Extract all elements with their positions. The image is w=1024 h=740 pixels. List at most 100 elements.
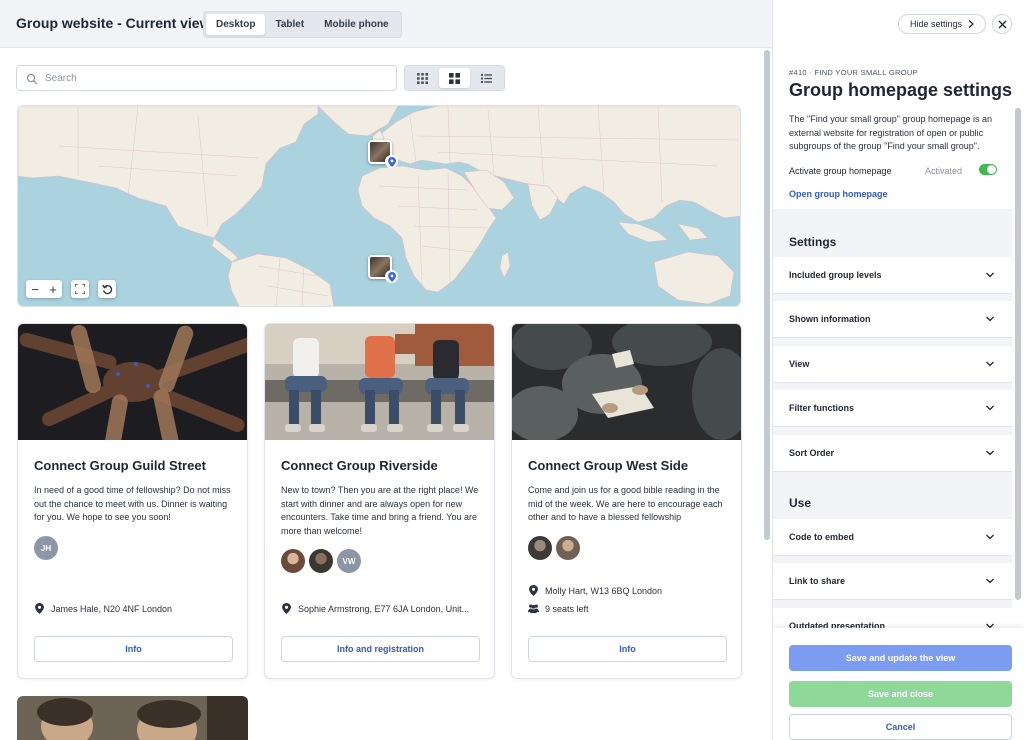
card-leaders: JH	[34, 536, 58, 560]
list-view-button[interactable]	[470, 68, 502, 88]
group-photo	[265, 324, 494, 440]
search-icon	[26, 73, 38, 85]
avatar	[281, 549, 305, 573]
grid-large-icon	[449, 72, 460, 84]
accordion-label: Included group levels	[789, 270, 882, 280]
group-card: Connect Group Guild Street In need of a …	[17, 323, 248, 679]
settings-description: The "Find your small group" group homepa…	[789, 114, 993, 151]
view-mode-toggle	[404, 65, 505, 91]
chevron-down-icon	[986, 361, 994, 367]
card-description: New to town? Then you are at the right p…	[281, 485, 479, 536]
avatar	[309, 549, 333, 573]
location-pin-icon	[529, 585, 538, 596]
card-title: Connect Group Riverside	[281, 458, 438, 473]
info-button[interactable]: Info	[34, 636, 233, 662]
map-fullscreen-control	[71, 280, 89, 298]
settings-footer: Save and update the view Save and close …	[773, 628, 1024, 740]
use-heading: Use	[789, 496, 812, 510]
zoom-in-icon[interactable]: +	[44, 280, 62, 298]
activate-toggle[interactable]	[979, 164, 997, 175]
grid-small-icon	[417, 72, 429, 84]
accordion-label: Code to embed	[789, 532, 855, 542]
device-tabs: Desktop Tablet Mobile phone	[203, 11, 402, 38]
card-description: In need of a good time of fellowship? Do…	[34, 485, 231, 522]
hide-settings-label: Hide settings	[909, 19, 963, 29]
card-title: Connect Group West Side	[528, 458, 689, 473]
map-zoom-controls: − +	[26, 280, 62, 298]
card-location: Sophie Armstrong, E77 6JA London, Unit..…	[281, 603, 469, 614]
chevron-down-icon	[986, 450, 994, 456]
activate-label: Activate group homepage	[789, 166, 892, 176]
fullscreen-icon[interactable]	[71, 280, 89, 298]
zoom-out-icon[interactable]: −	[26, 280, 44, 298]
reset-icon[interactable]	[98, 280, 116, 298]
avatar: JH	[34, 536, 58, 560]
settings-panel: Hide settings #410 · FIND YOUR SMALL GRO…	[772, 0, 1024, 740]
preview-header: Group website - Current view Desktop Tab…	[0, 0, 772, 48]
accordion-code-to-embed[interactable]: Code to embed	[773, 519, 1012, 556]
map-marker-africa[interactable]	[368, 255, 398, 283]
accordion-label: Link to share	[789, 576, 846, 586]
avatar: VW	[337, 549, 361, 573]
card-leaders	[528, 536, 580, 560]
info-button[interactable]: Info	[528, 636, 727, 662]
map-marker-europe[interactable]	[368, 140, 398, 168]
accordion-filter-functions[interactable]: Filter functions	[773, 390, 1012, 427]
accordion-shown-information[interactable]: Shown information	[773, 301, 1012, 338]
location-text: Sophie Armstrong, E77 6JA London, Unit..…	[298, 603, 470, 614]
card-location: James Hale, N20 4NF London	[34, 603, 172, 614]
location-text: James Hale, N20 4NF London	[51, 603, 173, 614]
page-title: Group website - Current view	[16, 15, 211, 31]
accordion-included-group-levels[interactable]: Included group levels	[773, 257, 1012, 294]
activate-row: Activate group homepage Activated	[789, 164, 997, 176]
group-photo	[512, 324, 741, 440]
tab-desktop[interactable]: Desktop	[206, 14, 266, 35]
card-description: Come and join us for a good bible readin…	[528, 485, 723, 522]
card-title: Connect Group Guild Street	[34, 458, 206, 473]
settings-scrollbar[interactable]	[1014, 108, 1022, 628]
accordion-label: View	[789, 359, 810, 369]
settings-heading: Settings	[789, 235, 837, 249]
save-and-close-button[interactable]: Save and close	[789, 681, 1012, 707]
open-group-homepage-link[interactable]: Open group homepage	[789, 189, 888, 199]
info-and-registration-button[interactable]: Info and registration	[281, 636, 480, 662]
grid-small-view-button[interactable]	[407, 68, 439, 88]
location-pin-icon	[387, 271, 396, 282]
website-preview: Group website - Current view Desktop Tab…	[0, 0, 772, 740]
hide-settings-button[interactable]: Hide settings	[898, 14, 986, 34]
map-reset-control	[98, 280, 116, 298]
search-input[interactable]	[45, 69, 385, 87]
accordion-link-to-share[interactable]: Link to share	[773, 563, 1012, 600]
location-pin-icon	[282, 603, 291, 614]
settings-title: Group homepage settings	[789, 80, 1013, 100]
group-card: Connect Group Riverside New to town? The…	[264, 323, 495, 679]
close-button[interactable]	[992, 14, 1012, 34]
card-leaders: VW	[281, 549, 361, 573]
location-text: Molly Hart, W13 6BQ London	[545, 585, 663, 596]
group-photo	[18, 324, 247, 440]
tab-tablet[interactable]: Tablet	[265, 14, 314, 35]
chevron-down-icon	[986, 534, 994, 540]
seats-text: 9 seats left	[545, 603, 589, 614]
accordion-label: Filter functions	[789, 403, 854, 413]
card-location: Molly Hart, W13 6BQ London	[528, 585, 662, 596]
search-box	[16, 65, 397, 91]
avatar	[528, 536, 552, 560]
groups-map[interactable]: − +	[17, 105, 741, 307]
grid-large-view-button[interactable]	[438, 68, 471, 88]
accordion-sort-order[interactable]: Sort Order	[773, 435, 1012, 472]
save-and-update-button[interactable]: Save and update the view	[789, 645, 1012, 671]
activate-status: Activated	[925, 166, 963, 176]
chevron-down-icon	[986, 578, 994, 584]
accordion-label: Sort Order	[789, 448, 835, 458]
people-icon	[528, 604, 539, 614]
group-card: Connect Group West Side Come and join us…	[511, 323, 742, 679]
avatar	[556, 536, 580, 560]
location-pin-icon	[35, 603, 44, 614]
accordion-view[interactable]: View	[773, 346, 1012, 383]
chevron-down-icon	[986, 272, 994, 278]
tab-mobile-phone[interactable]: Mobile phone	[314, 14, 398, 35]
cancel-button[interactable]: Cancel	[789, 714, 1012, 740]
preview-scrollbar[interactable]	[762, 48, 772, 740]
group-card	[17, 696, 248, 740]
